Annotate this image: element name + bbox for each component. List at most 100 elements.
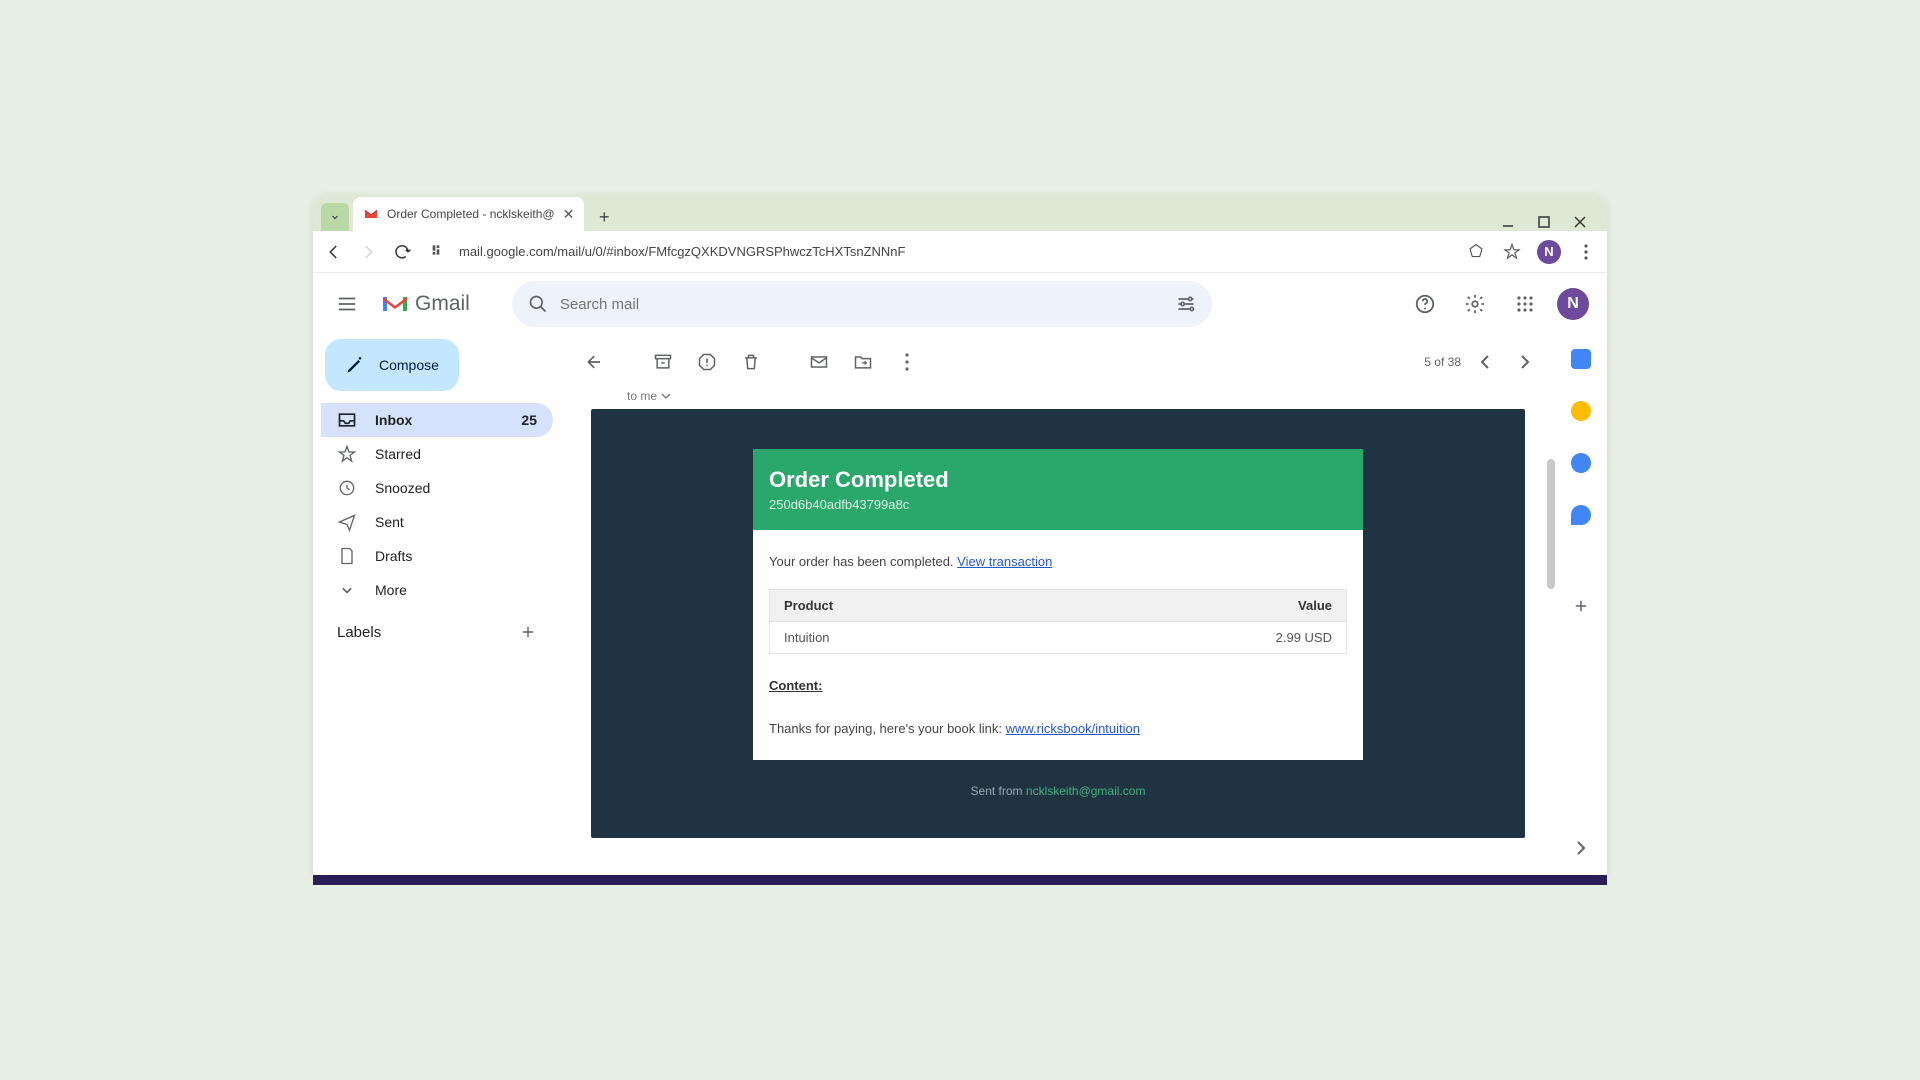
details-dropdown-button[interactable] (661, 391, 671, 401)
window-maximize-button[interactable] (1535, 213, 1553, 231)
calendar-addon[interactable] (1571, 349, 1591, 369)
gmail-favicon-icon (363, 206, 379, 222)
delete-button[interactable] (731, 342, 771, 382)
cell-product: Intuition (770, 622, 1046, 654)
sidebar-item-more[interactable]: More (321, 573, 553, 607)
gmail-logo-icon (381, 293, 409, 315)
bookmark-button[interactable] (1501, 241, 1523, 263)
compose-label: Compose (379, 357, 439, 373)
content-label: Content: (769, 678, 1347, 693)
sidebar-item-sent[interactable]: Sent (321, 505, 553, 539)
products-table: Product Value Intuition 2.99 USD (769, 589, 1347, 654)
order-id: 250d6b40adfb43799a8c (769, 497, 1347, 512)
recipient-line: to me (561, 389, 1555, 409)
sidebar-item-inbox[interactable]: Inbox 25 (321, 403, 553, 437)
apps-grid-icon (1516, 295, 1534, 313)
email-toolbar: 5 of 38 (561, 335, 1555, 389)
plus-icon (1572, 597, 1590, 615)
mark-unread-button[interactable] (799, 342, 839, 382)
sidebar-item-starred[interactable]: Starred (321, 437, 553, 471)
search-options-button[interactable] (1176, 294, 1196, 314)
close-tab-button[interactable]: ✕ (563, 206, 575, 223)
os-taskbar-edge (313, 875, 1607, 885)
plus-icon (519, 623, 537, 641)
gmail-logo[interactable]: Gmail (381, 292, 470, 316)
more-vert-icon (905, 353, 909, 371)
thanks-text: Thanks for paying, here's your book link… (769, 721, 1006, 736)
help-icon (1414, 293, 1436, 315)
order-card: Order Completed 250d6b40adfb43799a8c You… (753, 449, 1363, 760)
col-product: Product (770, 590, 1046, 622)
sidebar-item-label: Sent (375, 514, 404, 530)
book-link[interactable]: www.ricksbook/intuition (1006, 721, 1140, 736)
window-minimize-button[interactable] (1499, 213, 1517, 231)
tab-search-button[interactable] (321, 203, 349, 231)
keep-addon[interactable] (1571, 401, 1591, 421)
sidebar: Compose Inbox 25 Starred Snoozed Sent (313, 335, 561, 875)
nav-forward-button[interactable] (357, 241, 379, 263)
col-value: Value (1045, 590, 1346, 622)
side-panel (1555, 335, 1607, 875)
browser-tab-active[interactable]: Order Completed - ncklskeith@ ✕ (353, 197, 584, 231)
sidebar-item-label: Inbox (375, 412, 412, 428)
pager-text: 5 of 38 (1424, 355, 1461, 369)
contacts-addon[interactable] (1571, 505, 1591, 525)
search-input[interactable] (548, 296, 1176, 313)
pager-prev-button[interactable] (1469, 346, 1501, 378)
sent-from: Sent from ncklskeith@gmail.com (591, 784, 1525, 798)
url-text: mail.google.com/mail/u/0/#inbox/FMfcgzQX… (459, 244, 905, 259)
sidebar-item-snoozed[interactable]: Snoozed (321, 471, 553, 505)
inbox-icon (337, 410, 357, 430)
document-icon (337, 546, 357, 566)
account-avatar[interactable]: N (1557, 288, 1589, 320)
arrow-left-icon (585, 352, 605, 372)
nav-back-button[interactable] (323, 241, 345, 263)
tasks-addon[interactable] (1571, 453, 1591, 473)
order-title: Order Completed (769, 467, 1347, 493)
table-row: Intuition 2.99 USD (770, 622, 1347, 654)
report-spam-button[interactable] (687, 342, 727, 382)
send-icon (337, 512, 357, 532)
browser-menu-button[interactable] (1575, 241, 1597, 263)
main-menu-button[interactable] (325, 282, 369, 326)
add-label-button[interactable] (519, 623, 537, 641)
nav-reload-button[interactable] (391, 241, 413, 263)
scrollbar-thumb[interactable] (1547, 459, 1555, 589)
clock-icon (337, 478, 357, 498)
window-close-button[interactable] (1571, 213, 1589, 231)
email-body: Order Completed 250d6b40adfb43799a8c You… (591, 409, 1525, 838)
side-panel-toggle[interactable] (1576, 841, 1586, 855)
cell-value: 2.99 USD (1045, 622, 1346, 654)
sidebar-item-drafts[interactable]: Drafts (321, 539, 553, 573)
inbox-count: 25 (521, 412, 537, 428)
url-input[interactable]: mail.google.com/mail/u/0/#inbox/FMfcgzQX… (459, 244, 1453, 259)
compose-button[interactable]: Compose (325, 339, 459, 391)
new-tab-button[interactable]: + (590, 203, 618, 231)
sidebar-item-label: Drafts (375, 548, 412, 564)
get-addons-button[interactable] (1572, 597, 1590, 615)
settings-button[interactable] (1457, 286, 1493, 322)
trash-icon (741, 352, 761, 372)
extension-button[interactable] (1465, 241, 1487, 263)
site-info-button[interactable] (425, 241, 447, 263)
archive-button[interactable] (643, 342, 683, 382)
profile-button[interactable]: N (1537, 240, 1561, 264)
support-button[interactable] (1407, 286, 1443, 322)
more-actions-button[interactable] (887, 342, 927, 382)
apps-button[interactable] (1507, 286, 1543, 322)
browser-tabstrip: Order Completed - ncklskeith@ ✕ + (313, 195, 1607, 231)
view-transaction-link[interactable]: View transaction (957, 554, 1052, 569)
email-view: 5 of 38 to me Order Completed 250d6b40ad… (561, 335, 1555, 875)
sidebar-item-label: Snoozed (375, 480, 430, 496)
mail-icon (809, 352, 829, 372)
gmail-header: Gmail N (313, 273, 1607, 335)
sender-email-link[interactable]: ncklskeith@gmail.com (1026, 784, 1146, 798)
tab-title: Order Completed - ncklskeith@ (387, 207, 555, 221)
search-bar[interactable] (512, 281, 1212, 327)
move-to-button[interactable] (843, 342, 883, 382)
labels-heading: Labels (337, 624, 381, 641)
pencil-icon (345, 355, 365, 375)
spam-icon (697, 352, 717, 372)
pager-next-button[interactable] (1509, 346, 1541, 378)
back-to-inbox-button[interactable] (575, 342, 615, 382)
